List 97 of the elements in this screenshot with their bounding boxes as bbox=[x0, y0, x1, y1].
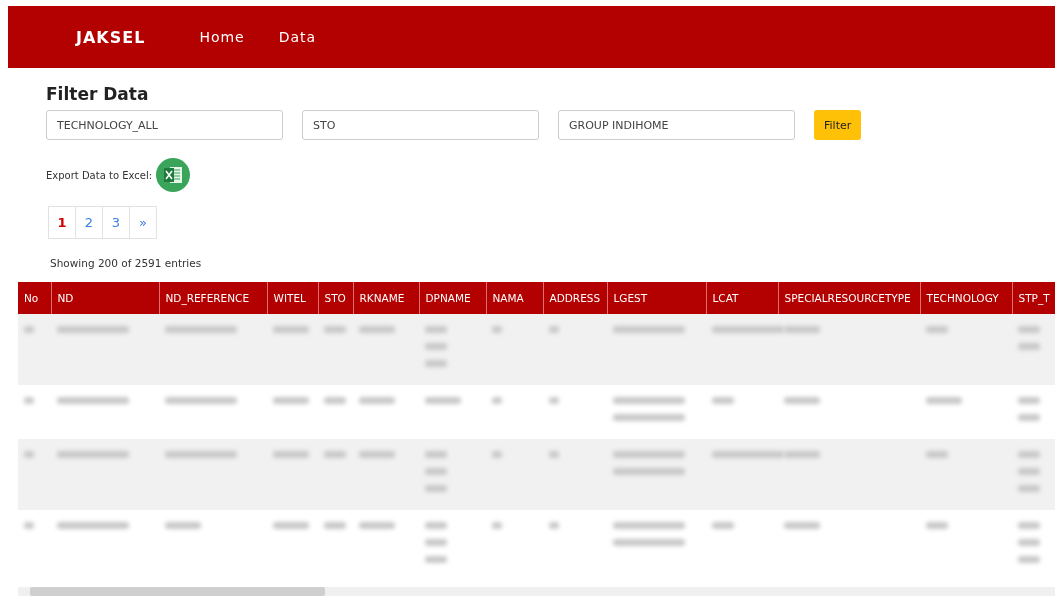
blurred-text-drawing bbox=[165, 522, 201, 529]
blurred-text-drawing bbox=[165, 397, 237, 404]
blurred-text-drawing bbox=[24, 522, 34, 529]
blurred-text-drawing bbox=[273, 326, 309, 333]
blurred-text-drawing bbox=[613, 522, 685, 529]
blurred-text-drawing bbox=[273, 451, 309, 458]
blurred-text-drawing bbox=[57, 522, 129, 529]
blurred-text-drawing bbox=[324, 451, 346, 458]
blurred-text-drawing bbox=[784, 397, 820, 404]
filter-field[interactable]: STO bbox=[302, 110, 539, 140]
blurred-text-drawing bbox=[425, 326, 447, 333]
blurred-text-drawing bbox=[425, 485, 447, 492]
section-title: Filter Data bbox=[46, 84, 150, 104]
spreadsheet-icon[interactable] bbox=[156, 158, 191, 192]
nav-link[interactable]: Home bbox=[199, 29, 245, 45]
column-header: STP_T bbox=[1012, 282, 1055, 314]
blurred-text-drawing bbox=[1018, 468, 1040, 475]
blurred-text-drawing bbox=[613, 397, 685, 404]
column-header: SPECIALRESOURCETYPE bbox=[778, 282, 920, 314]
blurred-text-drawing bbox=[926, 397, 962, 404]
blurred-text-drawing bbox=[359, 522, 395, 529]
blurred-text-drawing bbox=[549, 451, 559, 458]
blurred-text-drawing bbox=[1018, 522, 1040, 529]
blurred-text-drawing bbox=[273, 397, 309, 404]
blurred-text-drawing bbox=[324, 522, 346, 529]
blurred-text-drawing bbox=[425, 539, 447, 546]
blurred-text-drawing bbox=[784, 522, 820, 529]
blurred-text-drawing bbox=[549, 326, 559, 333]
page-link[interactable]: 3 bbox=[102, 206, 130, 239]
blurred-text-drawing bbox=[57, 451, 129, 458]
column-header: STO bbox=[318, 282, 353, 314]
blurred-text-drawing bbox=[492, 397, 502, 404]
column-header: WITEL bbox=[267, 282, 318, 314]
blurred-text-drawing bbox=[359, 451, 395, 458]
blurred-text-drawing bbox=[425, 468, 447, 475]
blurred-text-drawing bbox=[1018, 451, 1040, 458]
filter-field[interactable]: TECHNOLOGY_ALL bbox=[46, 110, 283, 140]
blurred-text-drawing bbox=[24, 326, 34, 333]
page-link[interactable]: 2 bbox=[75, 206, 103, 239]
blurred-text-drawing bbox=[57, 397, 129, 404]
nav-link[interactable]: Data bbox=[278, 29, 317, 45]
blurred-text-drawing bbox=[1018, 556, 1040, 563]
filter-field[interactable]: GROUP INDIHOME bbox=[558, 110, 795, 140]
page-link[interactable]: 1 bbox=[48, 206, 76, 239]
column-header: ND bbox=[51, 282, 159, 314]
blurred-text-drawing bbox=[324, 326, 346, 333]
blurred-text-drawing bbox=[57, 326, 129, 333]
horizontal-scrollbar[interactable] bbox=[18, 587, 1055, 596]
blurred-text-drawing bbox=[613, 326, 685, 333]
blurred-text-drawing bbox=[613, 414, 685, 421]
blurred-text-drawing bbox=[926, 451, 948, 458]
column-header: TECHNOLOGY bbox=[920, 282, 1012, 314]
blurred-text-drawing bbox=[1018, 397, 1040, 404]
blurred-text-drawing bbox=[425, 343, 447, 350]
column-header: LGEST bbox=[607, 282, 706, 314]
blurred-text-drawing bbox=[613, 539, 685, 546]
blurred-text-drawing bbox=[425, 522, 447, 529]
blurred-text-drawing bbox=[24, 397, 34, 404]
column-header: No bbox=[18, 282, 51, 314]
blurred-text-drawing bbox=[273, 522, 309, 529]
blurred-text-drawing bbox=[1018, 343, 1040, 350]
blurred-text-drawing bbox=[359, 326, 395, 333]
entries-summary: Showing 200 of 2591 entries bbox=[50, 257, 203, 269]
column-header: LCAT bbox=[706, 282, 778, 314]
blurred-text-drawing bbox=[613, 451, 685, 458]
column-header: NAMA bbox=[486, 282, 543, 314]
blurred-text-drawing bbox=[926, 326, 948, 333]
blurred-text-drawing bbox=[425, 360, 447, 367]
blurred-text-drawing bbox=[549, 397, 559, 404]
blurred-text-drawing bbox=[1018, 539, 1040, 546]
blurred-text-drawing bbox=[492, 522, 502, 529]
column-header: RKNAME bbox=[353, 282, 419, 314]
blurred-text-drawing bbox=[425, 397, 461, 404]
blurred-text-drawing bbox=[613, 468, 685, 475]
blurred-text-drawing bbox=[492, 326, 502, 333]
blurred-text-drawing bbox=[1018, 414, 1040, 421]
blurred-text-drawing bbox=[1018, 485, 1040, 492]
blurred-text-drawing bbox=[712, 397, 734, 404]
blurred-text-drawing bbox=[359, 397, 395, 404]
blurred-text-drawing bbox=[1018, 326, 1040, 333]
filter-button[interactable]: Filter bbox=[814, 110, 862, 140]
blurred-text-drawing bbox=[165, 326, 237, 333]
blurred-text-drawing bbox=[425, 451, 447, 458]
brand-logo[interactable]: JAKSEL bbox=[76, 27, 146, 47]
blurred-text-drawing bbox=[549, 522, 559, 529]
blurred-text-drawing bbox=[492, 451, 502, 458]
export-label: Export Data to Excel: bbox=[46, 169, 153, 181]
column-header: ND_REFERENCE bbox=[159, 282, 267, 314]
blurred-text-drawing bbox=[324, 397, 346, 404]
blurred-text-drawing bbox=[712, 522, 734, 529]
page-link[interactable]: » bbox=[129, 206, 157, 239]
blurred-text-drawing bbox=[165, 451, 237, 458]
blurred-text-drawing bbox=[425, 556, 447, 563]
blurred-text-drawing bbox=[926, 522, 948, 529]
blurred-text-drawing bbox=[24, 451, 34, 458]
column-header: ADDRESS bbox=[543, 282, 607, 314]
column-header: DPNAME bbox=[419, 282, 486, 314]
